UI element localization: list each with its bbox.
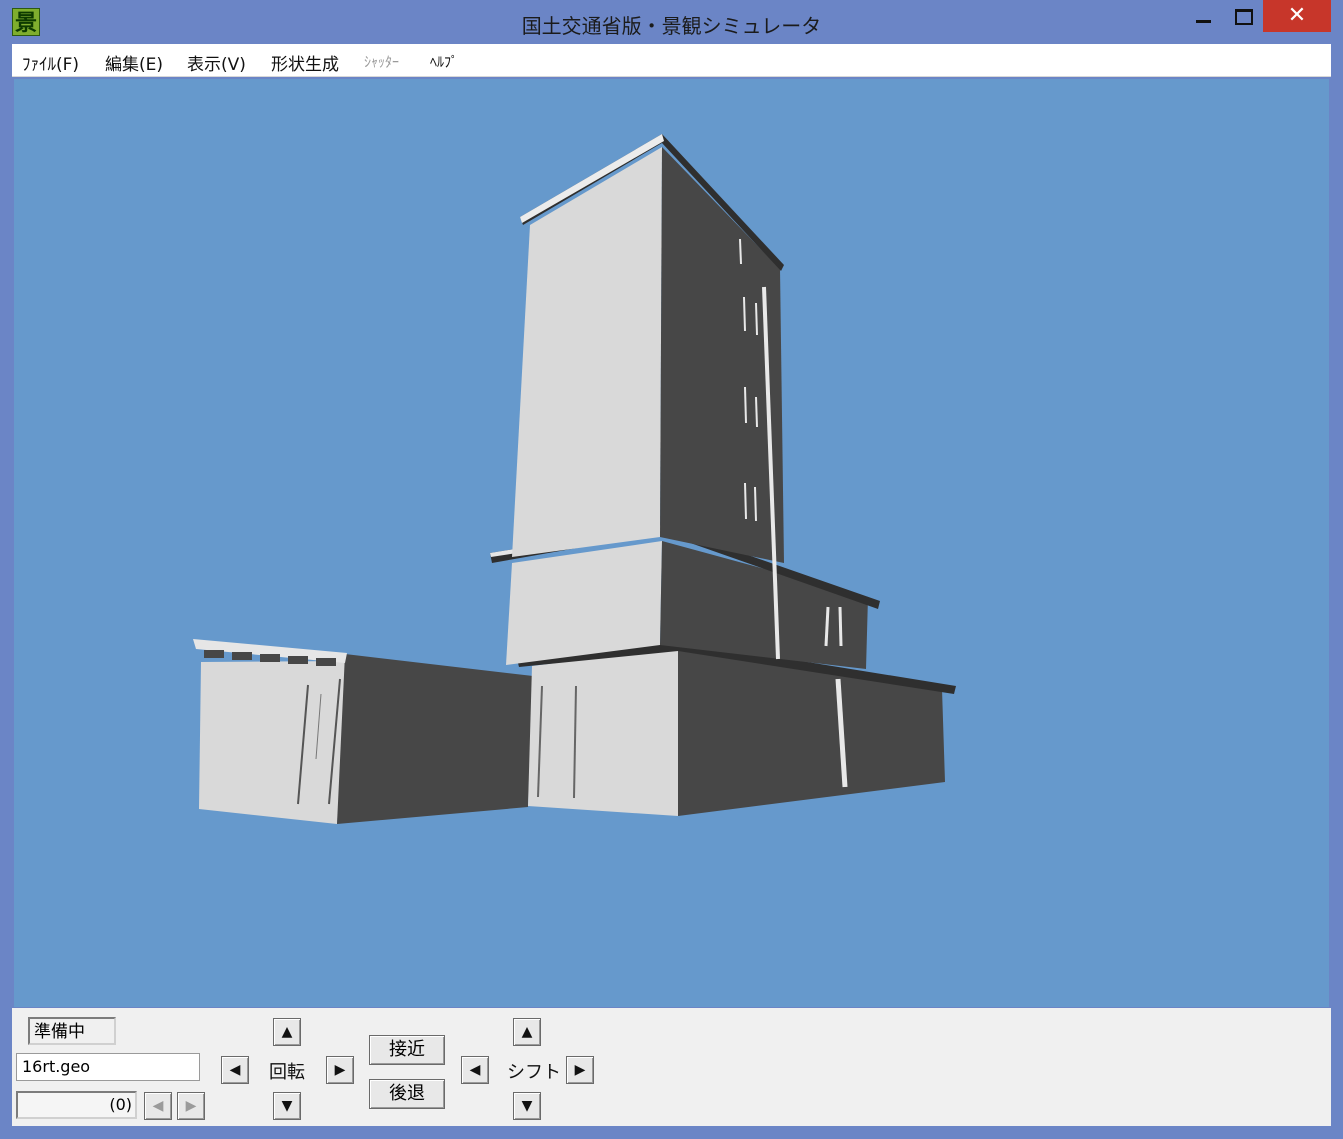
shift-down-button[interactable]: ▼	[513, 1092, 541, 1120]
minimize-icon	[1196, 20, 1211, 23]
maximize-icon	[1235, 9, 1253, 25]
rotate-up-button[interactable]: ▲	[273, 1018, 301, 1046]
arrow-down-icon: ▼	[521, 1098, 533, 1114]
window-title: 国土交通省版・景観シミュレータ	[521, 14, 822, 38]
file-name-field[interactable]: 16rt.geo	[16, 1053, 200, 1081]
shift-left-button[interactable]: ◀	[461, 1056, 489, 1084]
rotate-down-button[interactable]: ▼	[273, 1092, 301, 1120]
menu-help[interactable]: ﾍﾙﾌﾟ	[430, 52, 458, 72]
menu-shape-generate[interactable]: 形状生成	[271, 50, 339, 75]
retreat-button[interactable]: 後退	[369, 1079, 445, 1109]
building-model-render	[193, 134, 956, 824]
arrow-right-icon: ▶	[185, 1098, 197, 1114]
3d-viewport[interactable]	[14, 79, 1329, 1007]
arrow-right-icon: ▶	[574, 1062, 586, 1078]
title-bar[interactable]: 景 国土交通省版・景観シミュレータ ✕	[0, 0, 1343, 44]
close-button[interactable]: ✕	[1263, 0, 1331, 32]
rotate-right-button[interactable]: ▶	[326, 1056, 354, 1084]
shift-right-button[interactable]: ▶	[566, 1056, 594, 1084]
menu-bar: ﾌｧｲﾙ(F) 編集(E) 表示(V) 形状生成 ｼｬｯﾀｰ ﾍﾙﾌﾟ	[12, 44, 1331, 77]
arrow-left-icon: ◀	[469, 1062, 481, 1078]
rotate-label: 回転	[269, 1062, 305, 1083]
shift-label: シフト	[507, 1062, 561, 1083]
low-wing-center	[517, 641, 956, 816]
low-wing-left	[193, 639, 533, 824]
arrow-up-icon: ▲	[281, 1024, 293, 1040]
menu-file[interactable]: ﾌｧｲﾙ(F)	[22, 50, 79, 75]
shift-up-button[interactable]: ▲	[513, 1018, 541, 1046]
control-panel: 準備中 16rt.geo (0) ◀ ▶ ▲ ◀ 回転 ▶ ▼ 接近 後退 ▲ …	[12, 1008, 1331, 1126]
frame-next-button[interactable]: ▶	[177, 1092, 205, 1120]
arrow-left-icon: ◀	[229, 1062, 241, 1078]
maximize-button[interactable]	[1225, 0, 1261, 32]
menu-shutter[interactable]: ｼｬｯﾀｰ	[364, 52, 399, 72]
arrow-right-icon: ▶	[334, 1062, 346, 1078]
rotate-left-button[interactable]: ◀	[221, 1056, 249, 1084]
arrow-up-icon: ▲	[521, 1024, 533, 1040]
frame-counter-field[interactable]: (0)	[16, 1091, 137, 1119]
app-window: 景 国土交通省版・景観シミュレータ ✕ ﾌｧｲﾙ(F) 編集(E) 表示(V) …	[0, 0, 1343, 1139]
approach-button[interactable]: 接近	[369, 1035, 445, 1065]
arrow-left-icon: ◀	[152, 1098, 164, 1114]
status-indicator: 準備中	[28, 1017, 116, 1045]
minimize-button[interactable]	[1186, 0, 1220, 32]
frame-prev-button[interactable]: ◀	[144, 1092, 172, 1120]
menu-edit[interactable]: 編集(E)	[105, 50, 163, 75]
menu-view[interactable]: 表示(V)	[187, 50, 246, 75]
arrow-down-icon: ▼	[281, 1098, 293, 1114]
